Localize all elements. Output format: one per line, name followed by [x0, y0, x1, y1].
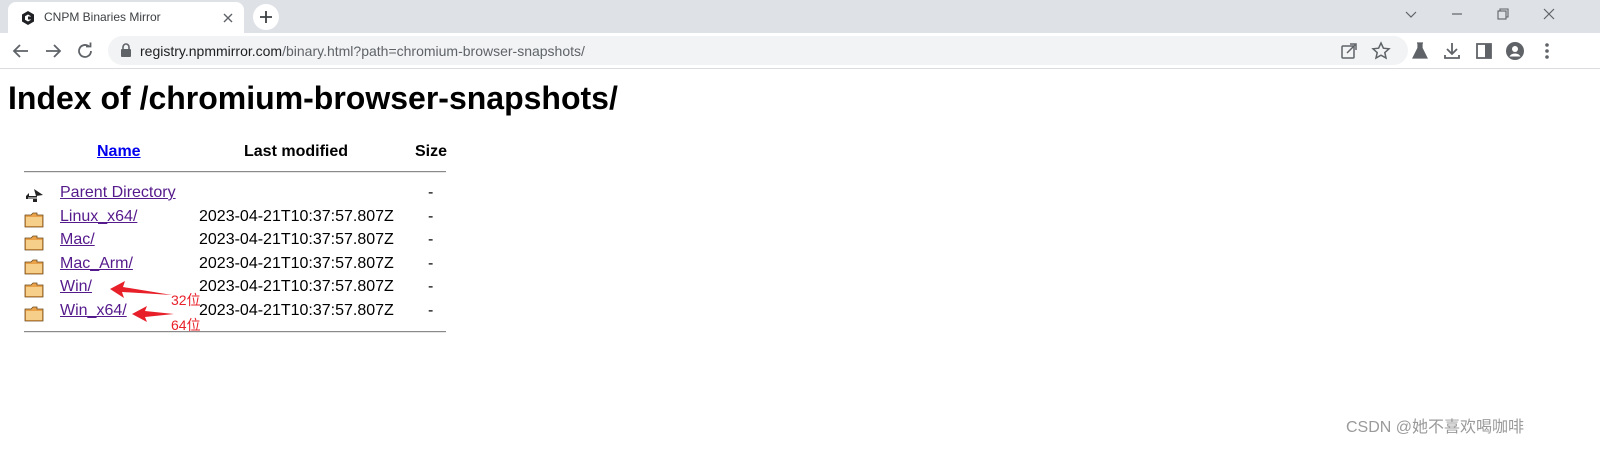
- listing-row-win: Win/ 2023-04-21T10:37:57.807Z -: [24, 278, 454, 301]
- file-size: -: [428, 208, 434, 225]
- arrow-to-win-icon: [110, 281, 172, 298]
- download-icon: [1444, 43, 1460, 59]
- listing-row-win-x64: Win_x64/ 2023-04-21T10:37:57.807Z -: [24, 302, 454, 325]
- address-bar[interactable]: registry.npmmirror.com/binary.html?path=…: [108, 36, 1408, 65]
- reload-button[interactable]: [73, 39, 97, 63]
- side-panel-icon: [1476, 43, 1492, 59]
- sort-by-name-link[interactable]: Name: [97, 143, 141, 160]
- forward-button[interactable]: [41, 39, 65, 63]
- file-size: -: [428, 255, 434, 272]
- share-icon[interactable]: [1339, 41, 1359, 61]
- restore-button[interactable]: [1480, 0, 1526, 28]
- folder-link-linux-x64[interactable]: Linux_x64/: [60, 208, 137, 226]
- flask-icon: [1412, 42, 1428, 59]
- modified-date: 2023-04-21T10:37:57.807Z: [199, 278, 394, 295]
- folder-icon: [24, 282, 44, 298]
- tab-strip: CNPM Binaries Mirror: [0, 0, 1600, 33]
- parent-directory-icon: [26, 189, 43, 202]
- url-text[interactable]: registry.npmmirror.com/binary.html?path=…: [140, 43, 585, 59]
- last-modified-column-header: Last modified: [244, 143, 349, 160]
- annotation-arrows: [110, 281, 174, 322]
- profile-button[interactable]: [1503, 39, 1527, 63]
- file-size: -: [428, 184, 434, 201]
- browser-toolbar: registry.npmmirror.com/binary.html?path=…: [0, 33, 1600, 69]
- close-window-button[interactable]: [1526, 0, 1572, 28]
- arrow-left-icon: [12, 44, 28, 58]
- tab-title: CNPM Binaries Mirror: [44, 10, 161, 24]
- url-host: registry.npmmirror.com: [140, 43, 283, 59]
- avatar-icon: [1506, 42, 1524, 60]
- file-size: -: [428, 231, 434, 248]
- header-divider: [24, 171, 446, 173]
- listing-row-mac: Mac/ 2023-04-21T10:37:57.807Z -: [24, 231, 454, 254]
- arrow-to-win-x64-icon: [132, 306, 174, 322]
- bookmark-star-icon[interactable]: [1371, 41, 1391, 61]
- close-icon: [1543, 8, 1555, 20]
- folder-link-mac-arm[interactable]: Mac_Arm/: [60, 255, 133, 273]
- file-size: -: [428, 302, 434, 319]
- folder-link-win[interactable]: Win/: [60, 278, 92, 296]
- folder-link-mac[interactable]: Mac/: [60, 231, 95, 249]
- labs-button[interactable]: [1408, 39, 1432, 63]
- folder-icon: [24, 212, 44, 228]
- minimize-button[interactable]: [1434, 0, 1480, 28]
- back-button[interactable]: [9, 39, 33, 63]
- browser-tab[interactable]: CNPM Binaries Mirror: [8, 2, 244, 33]
- plus-icon: [260, 11, 272, 23]
- footer-divider: [24, 331, 446, 333]
- page-title: Index of /chromium-browser-snapshots/: [8, 80, 618, 116]
- parent-directory-link[interactable]: Parent Directory: [60, 184, 176, 202]
- listing-row-linux-x64: Linux_x64/ 2023-04-21T10:37:57.807Z -: [24, 208, 454, 231]
- cnpm-favicon-icon: [22, 11, 34, 25]
- more-vertical-icon: [1545, 43, 1549, 59]
- annotation-64bit: 64位: [171, 317, 201, 333]
- tab-search-button[interactable]: [1388, 0, 1434, 28]
- modified-date: 2023-04-21T10:37:57.807Z: [199, 302, 394, 319]
- name-column-header[interactable]: Name: [97, 143, 141, 161]
- modified-date: 2023-04-21T10:37:57.807Z: [199, 255, 394, 272]
- folder-icon: [24, 259, 44, 275]
- listing-row-mac-arm: Mac_Arm/ 2023-04-21T10:37:57.807Z -: [24, 255, 454, 278]
- folder-icon: [24, 306, 44, 322]
- listing-row-parent: Parent Directory -: [24, 184, 454, 207]
- size-column-header: Size: [415, 143, 448, 160]
- arrow-right-icon: [46, 44, 62, 58]
- folder-icon: [24, 235, 44, 251]
- menu-button[interactable]: [1535, 39, 1559, 63]
- file-size: -: [428, 278, 434, 295]
- restore-icon: [1497, 8, 1509, 20]
- side-panel-button[interactable]: [1472, 39, 1496, 63]
- new-tab-button[interactable]: [253, 4, 279, 30]
- chevron-down-icon: [1405, 11, 1417, 18]
- modified-date: 2023-04-21T10:37:57.807Z: [199, 231, 394, 248]
- reload-icon: [78, 42, 92, 58]
- annotation-32bit: 32位: [171, 292, 201, 308]
- downloads-button[interactable]: [1440, 39, 1464, 63]
- url-path: /binary.html?path=chromium-browser-snaps…: [282, 43, 585, 59]
- close-tab-icon[interactable]: [220, 10, 236, 26]
- modified-date: 2023-04-21T10:37:57.807Z: [199, 208, 394, 225]
- minimize-icon: [1452, 13, 1462, 15]
- csdn-watermark: CSDN @她不喜欢喝咖啡: [1346, 419, 1525, 436]
- lock-icon[interactable]: [119, 43, 133, 58]
